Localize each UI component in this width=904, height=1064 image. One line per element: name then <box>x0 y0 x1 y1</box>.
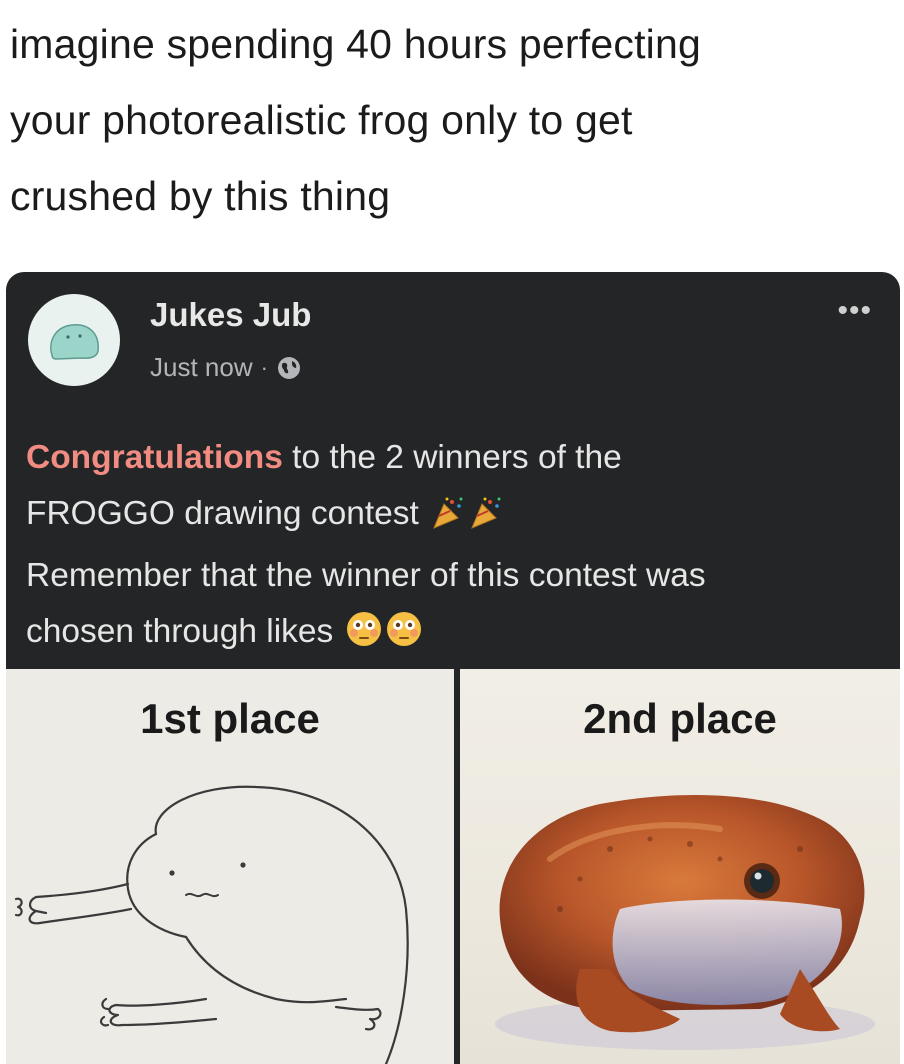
second-place-image[interactable]: 2nd place <box>460 669 900 1064</box>
second-place-label: 2nd place <box>583 695 777 742</box>
party-popper-icon <box>468 492 504 548</box>
post-author-name[interactable]: Jukes Jub <box>150 296 311 334</box>
post-timestamp[interactable]: Just now <box>150 352 253 383</box>
facebook-post: Jukes Jub Just now · ••• Congratulations… <box>6 272 900 1064</box>
flushed-face-icon <box>385 610 423 666</box>
post-text-line-2: FROGGO drawing contest <box>26 495 419 532</box>
first-place-label: 1st place <box>140 695 320 742</box>
contest-images: 1st place 2nd place <box>6 669 900 1064</box>
meta-separator: · <box>260 354 268 380</box>
highlighted-word[interactable]: Congratulations <box>26 439 283 476</box>
meme-caption: imagine spending 40 hours perfecting you… <box>10 6 890 234</box>
caption-line-3: crushed by this thing <box>10 173 391 219</box>
post-meta: Just now · <box>150 352 302 383</box>
caption-line-2: your photorealistic frog only to get <box>10 97 633 143</box>
post-text-line-3: Remember that the winner of this contest… <box>26 557 706 594</box>
globe-icon <box>277 356 300 379</box>
party-popper-icon <box>430 492 466 548</box>
avatar[interactable] <box>28 294 120 386</box>
caption-line-1: imagine spending 40 hours perfecting <box>10 21 701 67</box>
flushed-face-icon <box>345 610 383 666</box>
frog-avatar-icon <box>50 324 99 360</box>
more-options-button[interactable]: ••• <box>837 294 872 328</box>
post-body: Congratulations to the 2 winners of the … <box>26 430 886 666</box>
post-text-line-1: to the 2 winners of the <box>282 439 622 476</box>
post-text-line-4: chosen through likes <box>26 613 334 650</box>
first-place-image[interactable]: 1st place <box>6 669 454 1064</box>
